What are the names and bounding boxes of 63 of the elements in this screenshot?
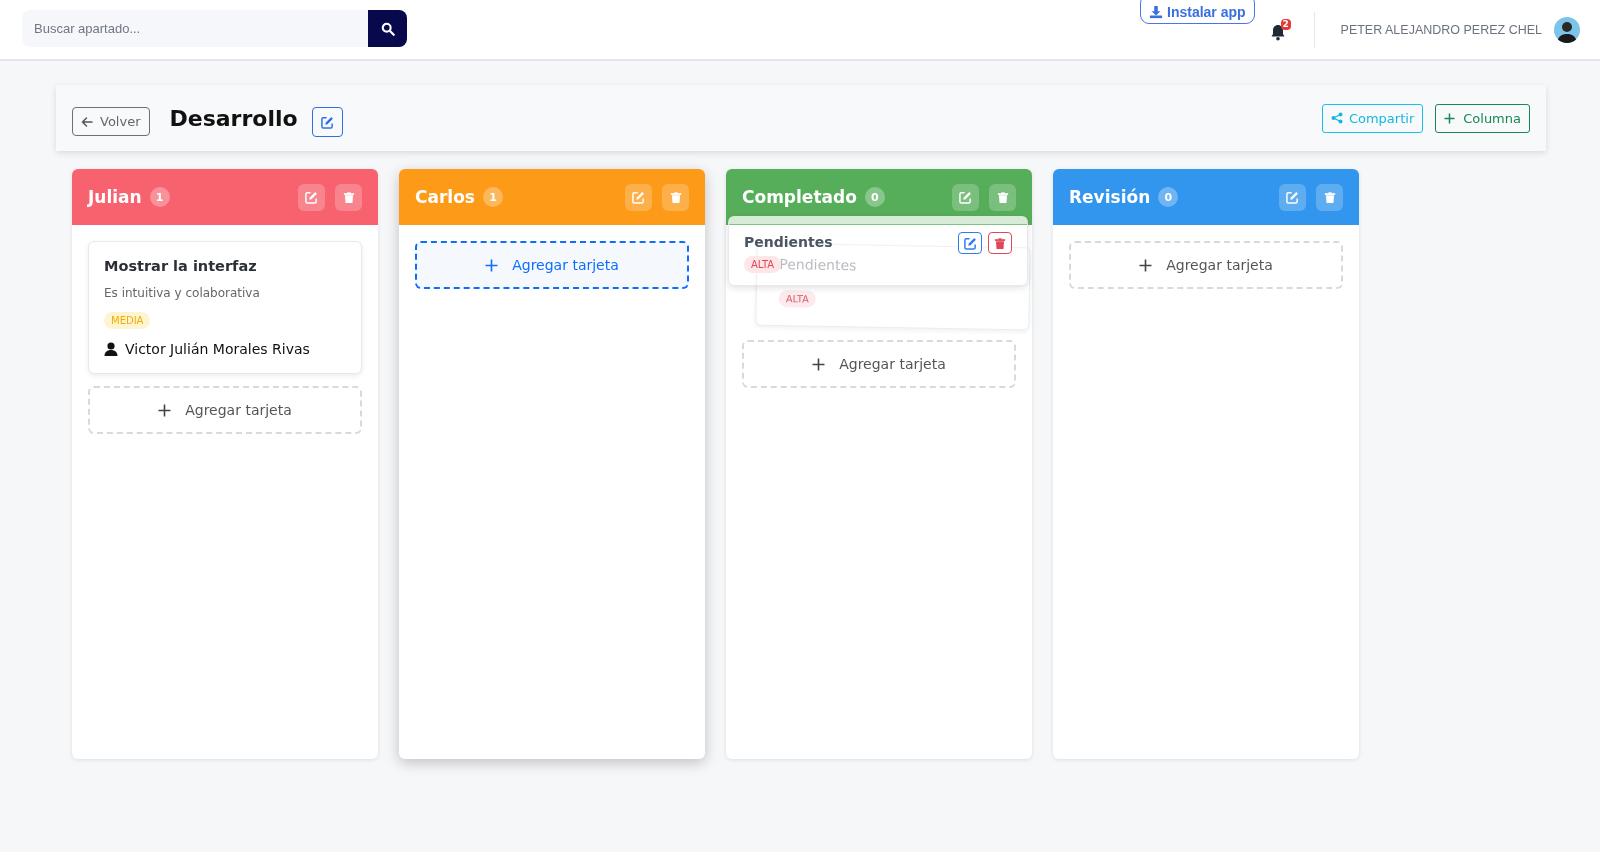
card-count: 1 <box>149 187 170 207</box>
card-title: Pendientes <box>744 234 834 250</box>
card-title: Mostrar la interfaz <box>104 258 258 274</box>
add-card-button[interactable]: Agregar tarjeta <box>742 340 1016 388</box>
card-count: 0 <box>864 187 885 207</box>
column-title: Carlos <box>415 187 475 207</box>
plus-icon <box>1444 112 1456 124</box>
card-description: Es intuitiva y colaborativa <box>104 286 260 300</box>
plus-icon <box>1139 258 1153 272</box>
edit-column-button[interactable] <box>625 183 652 211</box>
arrow-left-icon <box>81 115 93 128</box>
column-title: Julian <box>88 187 142 207</box>
delete-column-button[interactable] <box>1316 183 1343 211</box>
trash-icon <box>342 190 355 204</box>
task-card[interactable]: Mostrar la interfaz Es intuitiva y colaborativa MEDIA Victor Julián Morales Rivas <box>88 241 362 374</box>
edit-icon <box>632 190 645 204</box>
add-column-button[interactable]: Columna <box>1435 103 1530 133</box>
trash-icon <box>1323 190 1336 204</box>
edit-title-button[interactable] <box>311 107 343 137</box>
trash-icon <box>669 190 682 204</box>
plus-icon <box>158 403 172 417</box>
notification-count: 2 <box>1280 18 1291 30</box>
priority-tag: ALTA <box>744 256 782 273</box>
card-count: 0 <box>1158 187 1179 207</box>
edit-column-button[interactable] <box>952 183 979 211</box>
person-icon <box>104 342 118 356</box>
delete-column-button[interactable] <box>335 183 362 211</box>
notification-bell[interactable]: 2 <box>1269 18 1290 41</box>
card-title: Pendientes <box>779 256 858 276</box>
add-card-button[interactable]: Agregar tarjeta <box>415 241 689 289</box>
trash-icon <box>994 236 1006 250</box>
column-title: Completado <box>742 187 857 207</box>
add-card-button[interactable]: Agregar tarjeta <box>88 386 362 434</box>
share-icon <box>1330 112 1343 124</box>
edit-column-button[interactable] <box>1279 183 1306 211</box>
board-title: Desarrollo <box>169 105 298 131</box>
edit-icon <box>320 115 334 129</box>
add-card-button[interactable]: Agregar tarjeta <box>1069 241 1343 289</box>
edit-column-button[interactable] <box>298 183 325 211</box>
delete-column-button[interactable] <box>662 183 689 211</box>
priority-tag: ALTA <box>778 290 817 308</box>
edit-icon <box>959 190 972 204</box>
plus-icon <box>485 258 499 272</box>
delete-column-button[interactable] <box>989 183 1016 211</box>
column-title: Revisión <box>1069 187 1151 207</box>
edit-icon <box>1286 190 1299 204</box>
edit-button[interactable] <box>958 232 982 254</box>
trash-icon <box>996 190 1009 204</box>
priority-tag: MEDIA <box>104 312 151 329</box>
avatar[interactable] <box>1554 16 1580 43</box>
search-button[interactable] <box>368 10 407 47</box>
assignee-name: Victor Julián Morales Rivas <box>125 341 310 357</box>
edit-icon <box>963 236 977 250</box>
search-icon <box>380 21 395 36</box>
edit-icon <box>305 190 318 204</box>
delete-button[interactable] <box>988 232 1012 254</box>
search-field[interactable]: Buscar apartado... <box>22 10 368 47</box>
card-count: 1 <box>482 187 503 207</box>
back-button[interactable]: Volver <box>72 107 150 136</box>
user-name: PETER ALEJANDRO PEREZ CHEL <box>1340 22 1542 37</box>
download-icon <box>1149 4 1163 19</box>
install-app-button[interactable]: Instalar app <box>1140 0 1255 24</box>
plus-icon <box>812 357 826 371</box>
